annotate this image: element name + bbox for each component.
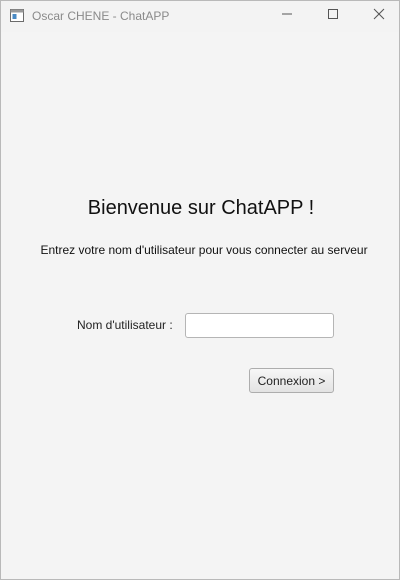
username-input[interactable] <box>185 313 334 338</box>
window-title: Oscar CHENE - ChatAPP <box>32 9 170 23</box>
minimize-icon <box>281 7 293 25</box>
maximize-button[interactable] <box>310 1 356 31</box>
chat-app-window: Oscar CHENE - ChatAPP Bienvenue sur Chat… <box>0 0 400 580</box>
close-icon <box>373 7 385 25</box>
app-window-icon <box>10 9 24 22</box>
minimize-button[interactable] <box>264 1 310 31</box>
maximize-icon <box>327 7 339 25</box>
instructions-text: Entrez votre nom d'utilisateur pour vous… <box>40 243 368 257</box>
connect-button[interactable]: Connexion > <box>249 368 334 393</box>
username-label: Nom d'utilisateur : <box>77 318 173 332</box>
welcome-heading: Bienvenue sur ChatAPP ! <box>87 197 315 219</box>
title-bar[interactable]: Oscar CHENE - ChatAPP <box>1 1 399 32</box>
close-button[interactable] <box>356 1 402 31</box>
